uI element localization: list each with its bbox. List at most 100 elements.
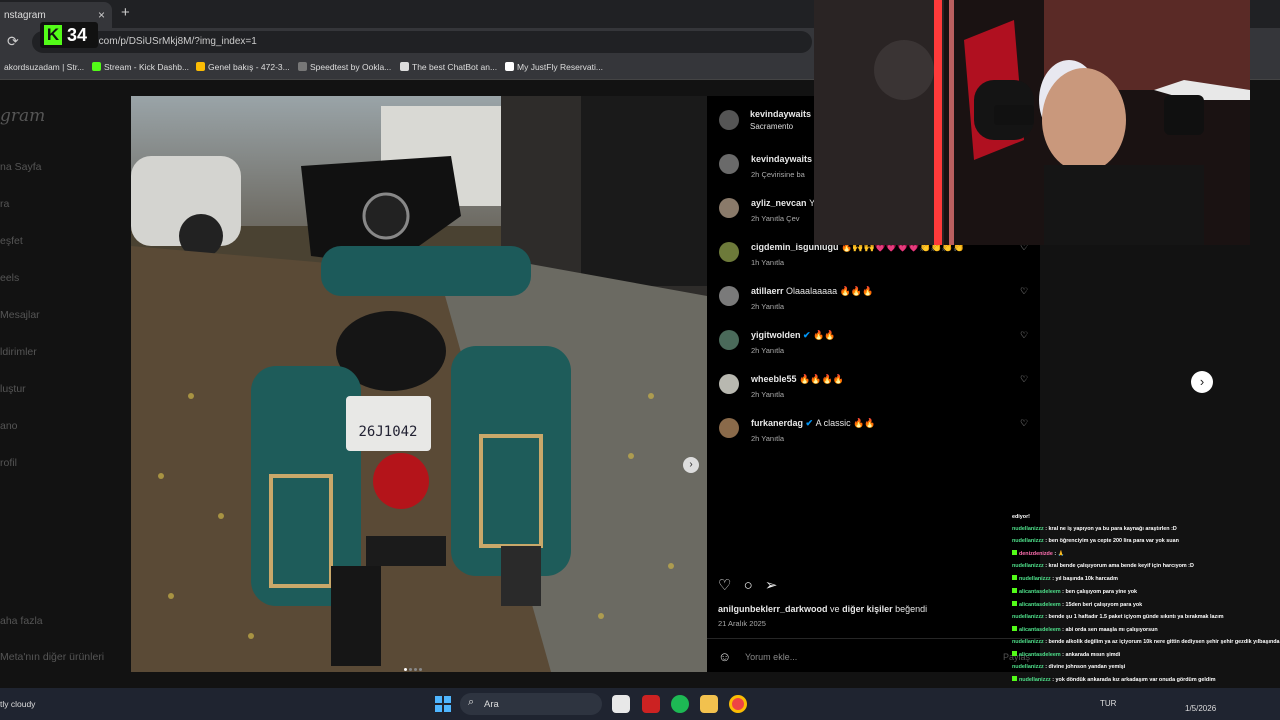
bookmark-item[interactable]: akordsuzadam | Str... (4, 62, 84, 72)
bookmark-favicon-icon (400, 62, 409, 71)
comment-meta: 2h Yanıtla (751, 346, 784, 355)
commenter-avatar[interactable] (719, 198, 739, 218)
commenter-avatar[interactable] (719, 418, 739, 438)
clock-date[interactable]: 1/5/2026 (1185, 704, 1216, 713)
task-view-icon[interactable] (612, 695, 630, 713)
commenter-username[interactable]: wheeble55 (751, 374, 797, 384)
author-username[interactable]: kevindaywaits (750, 109, 811, 119)
chat-username: alicantasdeleem (1019, 589, 1061, 595)
search-icon: ⌕ (468, 696, 475, 708)
close-tab-icon[interactable]: × (98, 8, 105, 22)
new-tab-button[interactable]: + (121, 4, 130, 21)
comment-like-heart-icon[interactable]: ♡ (1020, 374, 1028, 385)
commenter-avatar[interactable] (719, 242, 739, 262)
nav-item[interactable]: ano (0, 420, 18, 432)
bookmark-label: The best ChatBot an... (412, 62, 498, 72)
comment-like-heart-icon[interactable]: ♡ (1020, 286, 1028, 297)
reply-link[interactable]: Yanıtla (761, 346, 784, 355)
chat-message: nudellanizzz : kral ne iş yapıyon ya bu … (1012, 526, 1280, 532)
nav-item[interactable]: na Sayfa (0, 161, 41, 173)
file-explorer-icon[interactable] (700, 695, 718, 713)
comment-like-heart-icon[interactable]: ♡ (1020, 418, 1028, 429)
nav-more[interactable]: aha fazla (0, 615, 43, 627)
commenter-avatar[interactable] (719, 374, 739, 394)
comment-like-heart-icon[interactable]: ♡ (1020, 330, 1028, 341)
bookmark-label: Speedtest by Ookla... (310, 62, 392, 72)
bookmark-label: My JustFly Reservati... (517, 62, 603, 72)
bookmark-favicon-icon (298, 62, 307, 71)
chat-username: denizdenizde (1019, 551, 1053, 557)
reply-link[interactable]: Çevirisine ba (761, 170, 804, 179)
nav-item[interactable]: eels (0, 272, 19, 284)
share-send-icon[interactable]: ➢ (765, 577, 778, 594)
url-field[interactable]: instagram.com/p/DSiUSrMkj8M/?img_index=1 (32, 31, 812, 53)
chat-username: nudellanizzz (1012, 563, 1044, 569)
author-avatar[interactable] (719, 110, 739, 130)
spotify-icon[interactable] (671, 695, 689, 713)
bookmark-item[interactable]: Genel bakış - 472-3... (196, 62, 290, 72)
comment-bubble-icon[interactable]: ○ (744, 577, 753, 594)
verified-badge-icon: ✔ (803, 418, 814, 428)
bookmark-item[interactable]: Speedtest by Ookla... (298, 62, 391, 72)
like-heart-icon[interactable]: ♡ (718, 577, 731, 594)
chrome-icon[interactable] (729, 695, 747, 713)
bookmark-favicon-icon (505, 62, 514, 71)
nav-item[interactable]: eşfet (0, 235, 23, 247)
next-post-icon[interactable]: › (1191, 371, 1213, 393)
chat-text: : bende alkolik değilim ya az içiyorum 1… (1045, 639, 1280, 645)
commenter-username[interactable]: atillaerr (751, 286, 784, 296)
nav-item[interactable]: rofil (0, 457, 17, 469)
comment-text-line: wheeble55 🔥🔥🔥🔥 (751, 374, 844, 385)
nav-item[interactable]: ldirimler (0, 346, 37, 358)
liked-and: ve (830, 604, 840, 614)
app-icon-red[interactable] (642, 695, 660, 713)
comment-input[interactable]: Yorum ekle... (745, 652, 797, 662)
chat-badge-icon (1012, 588, 1017, 593)
comment-meta: 2h Yanıtla (751, 302, 784, 311)
reply-link[interactable]: Yanıtla (761, 258, 784, 267)
language-indicator[interactable]: TUR (1100, 699, 1116, 708)
reload-icon[interactable]: ⟳ (7, 33, 19, 50)
post-actions: ♡ ○ ➢ (718, 576, 785, 594)
bookmark-item[interactable]: My JustFly Reservati... (505, 62, 603, 72)
commenter-avatar[interactable] (719, 154, 739, 174)
chat-message: ediyor! (1012, 514, 1280, 520)
nav-item[interactable]: Mesajlar (0, 309, 40, 321)
webcam-overlay (814, 0, 1250, 245)
chat-badge-icon (1012, 550, 1017, 555)
reply-link[interactable]: Yanıtla Çev (761, 214, 799, 223)
liked-others[interactable]: diğer kişiler (842, 604, 893, 614)
reply-link[interactable]: Yanıtla (761, 390, 784, 399)
bookmark-item[interactable]: Stream - Kick Dashb... (92, 62, 189, 72)
bookmark-item[interactable]: The best ChatBot an... (400, 62, 497, 72)
chat-username: nudellanizzz (1012, 538, 1044, 544)
post-image[interactable]: 26J1042 (131, 96, 707, 672)
stream-chat-overlay: ediyor! nudellanizzz : kral ne iş yapıyon… (1012, 514, 1280, 704)
commenter-username[interactable]: yigitwolden (751, 330, 801, 340)
commenter-username[interactable]: kevindaywaits (751, 154, 812, 164)
nav-item[interactable]: luştur (0, 383, 26, 395)
commenter-username[interactable]: furkanerdag (751, 418, 803, 428)
chat-username: alicantasdeleem (1019, 602, 1061, 608)
reply-link[interactable]: Yanıtla (761, 302, 784, 311)
commenter-avatar[interactable] (719, 286, 739, 306)
comment-text-line: atillaerr Olaaalaaaaa 🔥🔥🔥 (751, 286, 873, 297)
chat-message: alicantasdeleem : ben çalışıyom para yin… (1012, 588, 1280, 595)
liked-users[interactable]: anilgunbeklerr_darkwood (718, 604, 828, 614)
nav-meta-products[interactable]: Meta'nın diğer ürünleri (0, 651, 104, 663)
instagram-logo[interactable]: gram (0, 106, 45, 126)
liked-suffix: beğendi (895, 604, 928, 614)
weather-widget[interactable]: tly cloudy (0, 699, 35, 709)
comment-text-line: kevindaywaits (751, 154, 812, 164)
carousel-next-icon[interactable]: › (683, 457, 699, 473)
windows-start-icon[interactable] (435, 696, 451, 712)
chat-message: nudellanizzz : bende alkolik değilim ya … (1012, 639, 1280, 645)
post-location[interactable]: Sacramento (750, 122, 793, 131)
commenter-username[interactable]: ayliz_nevcan (751, 198, 807, 208)
taskbar-search[interactable]: ⌕ Ara (460, 693, 602, 715)
reply-link[interactable]: Yanıtla (761, 434, 784, 443)
nav-item[interactable]: ra (0, 198, 9, 210)
emoji-smile-icon[interactable]: ☺ (718, 649, 731, 664)
commenter-avatar[interactable] (719, 330, 739, 350)
search-label: Ara (484, 699, 499, 710)
